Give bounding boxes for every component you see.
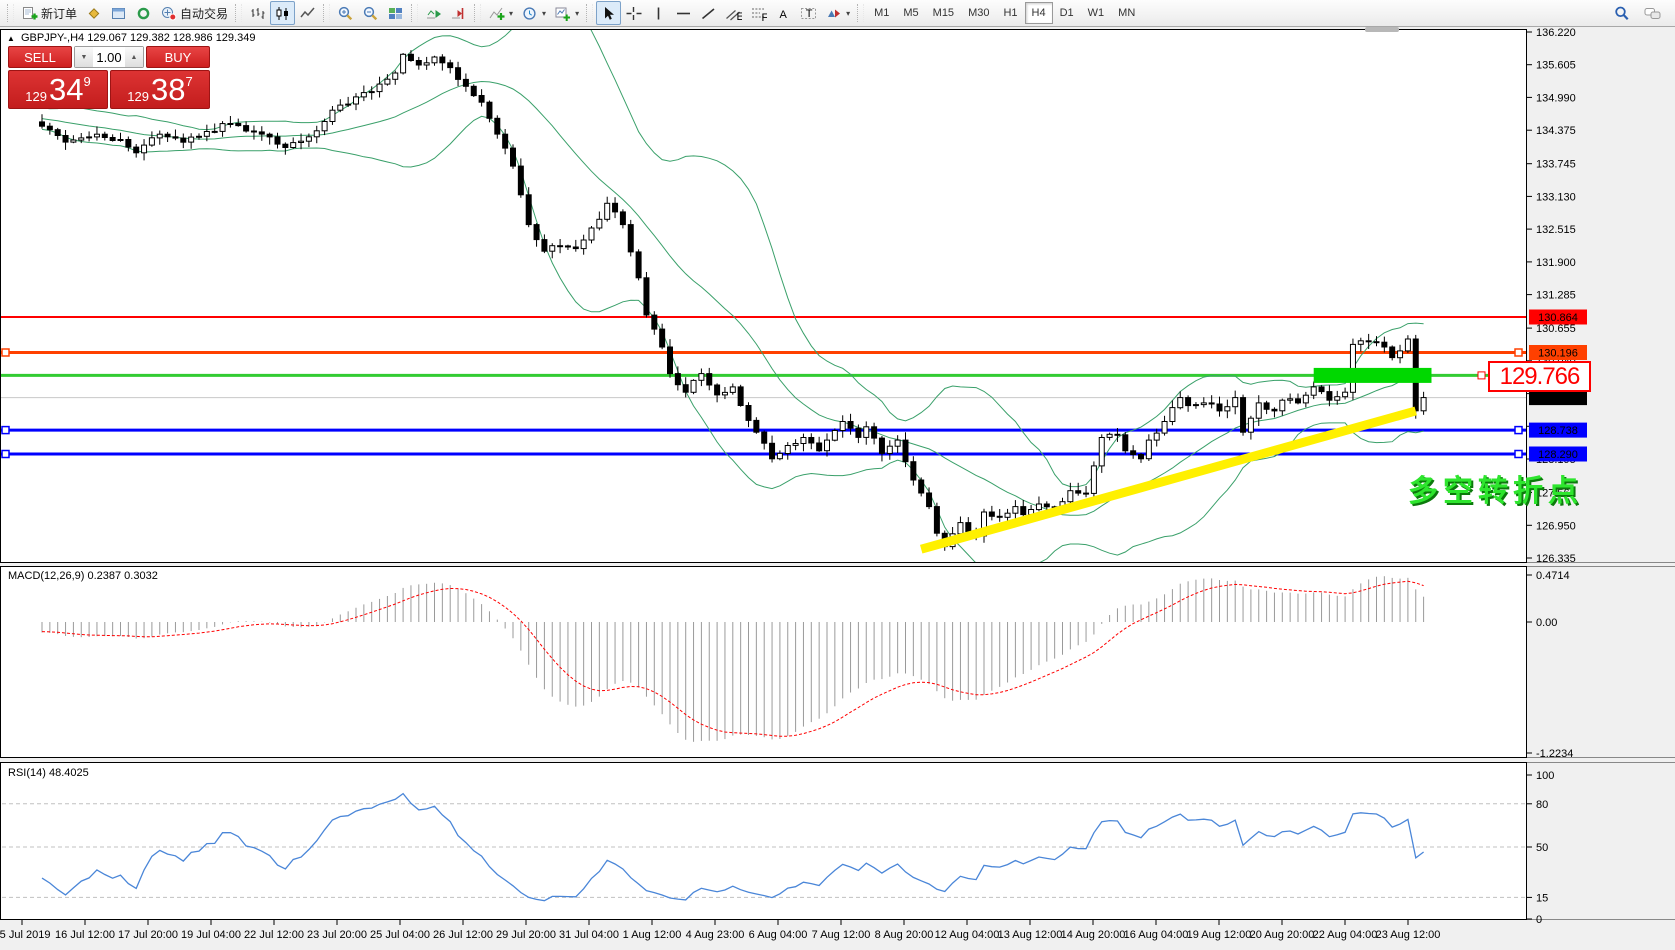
sell-price-tile[interactable]: 129349 — [8, 70, 108, 109]
date-label: 12 Aug 04:00 — [935, 929, 1000, 941]
one-click-trading-panel: SELL ▼ 1.00 ▲ BUY 129349 129387 — [8, 46, 210, 109]
volume-stepper: ▼ 1.00 ▲ — [74, 46, 144, 68]
price-tick-label: 134.990 — [1536, 92, 1576, 104]
rsi-tick-label: 15 — [1536, 892, 1548, 904]
buy-price-prefix: 129 — [127, 89, 149, 104]
sell-price-sup: 9 — [83, 74, 90, 108]
volume-input[interactable]: 1.00 — [93, 47, 125, 67]
volume-increase-button[interactable]: ▲ — [125, 47, 143, 67]
date-label: 19 Jul 04:00 — [181, 929, 241, 941]
date-label: 14 Aug 20:00 — [1061, 929, 1126, 941]
date-label: 25 Jul 04:00 — [370, 929, 430, 941]
rsi-label: RSI(14) 48.4025 — [8, 767, 89, 779]
hline-handle[interactable] — [2, 427, 9, 434]
hline-handle[interactable] — [2, 349, 9, 356]
price-tag-label: 130.864 — [1538, 312, 1578, 324]
price-tick-label: 135.605 — [1536, 60, 1576, 72]
macd-tick-label: 0.4714 — [1536, 570, 1570, 582]
symbol-period-label: GBPJPY-,H4 — [21, 32, 84, 44]
macd-label: MACD(12,26,9) 0.2387 0.3032 — [8, 570, 158, 582]
volume-decrease-button[interactable]: ▼ — [75, 47, 93, 67]
symbol-header: ▲ GBPJPY-,H4 129.067 129.382 128.986 129… — [7, 32, 255, 44]
price-tick-label: 126.335 — [1536, 553, 1576, 565]
price-tag-label: 130.196 — [1538, 348, 1578, 360]
price-tick-label: 132.515 — [1536, 224, 1576, 236]
green-highlight-bar[interactable] — [1314, 368, 1432, 383]
date-label: 1 Aug 12:00 — [623, 929, 682, 941]
buy-price-tile[interactable]: 129387 — [110, 70, 210, 109]
price-annotation-box[interactable]: 129.766 — [1488, 361, 1591, 392]
price-tick-label: 136.220 — [1536, 27, 1576, 39]
date-label: 8 Aug 20:00 — [875, 929, 934, 941]
date-label: 26 Jul 12:00 — [433, 929, 493, 941]
price-tick-label: 133.745 — [1536, 159, 1576, 171]
date-label: 31 Jul 04:00 — [559, 929, 619, 941]
rsi-tick-label: 50 — [1536, 842, 1548, 854]
price-tick-label: 133.130 — [1536, 191, 1576, 203]
price-tag-label: 128.738 — [1538, 425, 1578, 437]
buy-button[interactable]: BUY — [146, 46, 210, 68]
hline-handle[interactable] — [2, 451, 9, 458]
annotation-handle[interactable] — [1478, 372, 1485, 379]
hline-handle[interactable] — [1515, 451, 1522, 458]
date-label: 29 Jul 20:00 — [496, 929, 556, 941]
price-tick-label: 131.900 — [1536, 257, 1576, 269]
date-label: 17 Jul 20:00 — [118, 929, 178, 941]
sell-price-prefix: 129 — [25, 89, 47, 104]
rsi-tick-label: 0 — [1536, 914, 1542, 926]
date-label: 6 Aug 04:00 — [749, 929, 808, 941]
date-label: 22 Jul 12:00 — [244, 929, 304, 941]
buy-price-big: 38 — [151, 71, 185, 108]
hline-handle[interactable] — [1515, 349, 1522, 356]
price-tick-label: 131.285 — [1536, 290, 1576, 302]
buy-price-sup: 7 — [185, 74, 192, 108]
ohlc-values: 129.067 129.382 128.986 129.349 — [87, 32, 255, 44]
rsi-tick-label: 80 — [1536, 799, 1548, 811]
price-tick-label: 130.655 — [1536, 323, 1576, 335]
date-label: 13 Aug 12:00 — [998, 929, 1063, 941]
price-tick-label: 134.375 — [1536, 125, 1576, 137]
macd-tick-label: -1.2234 — [1536, 748, 1573, 760]
date-label: 23 Jul 20:00 — [307, 929, 367, 941]
date-label: 16 Jul 12:00 — [55, 929, 115, 941]
date-label: 4 Aug 23:00 — [686, 929, 745, 941]
one-click-panel-toggle-icon[interactable]: ▲ — [7, 34, 15, 43]
rsi-tick-label: 100 — [1536, 770, 1554, 782]
date-label: 16 Aug 04:00 — [1124, 929, 1189, 941]
price-tag-label: 128.290 — [1538, 449, 1578, 461]
main-chart-panel[interactable] — [1, 30, 1527, 563]
date-label: 23 Aug 12:00 — [1376, 929, 1441, 941]
chart-scroll-marker[interactable] — [1365, 27, 1399, 32]
macd-tick-label: 0.00 — [1536, 617, 1557, 629]
date-label: 22 Aug 04:00 — [1313, 929, 1378, 941]
date-label: 15 Jul 2019 — [0, 929, 50, 941]
date-label: 19 Aug 12:00 — [1187, 929, 1252, 941]
date-label: 7 Aug 12:00 — [812, 929, 871, 941]
sell-button[interactable]: SELL — [8, 46, 72, 68]
price-tick-label: 126.950 — [1536, 520, 1576, 532]
sell-price-big: 34 — [49, 71, 83, 108]
price-tag-label: 129.349 — [1538, 393, 1578, 405]
mt4-terminal: { "icons": {"collapse": "▲", "caret_down… — [0, 0, 1675, 950]
turning-point-annotation[interactable]: 多空转折点 — [1408, 466, 1583, 510]
date-label: 20 Aug 20:00 — [1250, 929, 1315, 941]
hline-handle[interactable] — [1515, 427, 1522, 434]
